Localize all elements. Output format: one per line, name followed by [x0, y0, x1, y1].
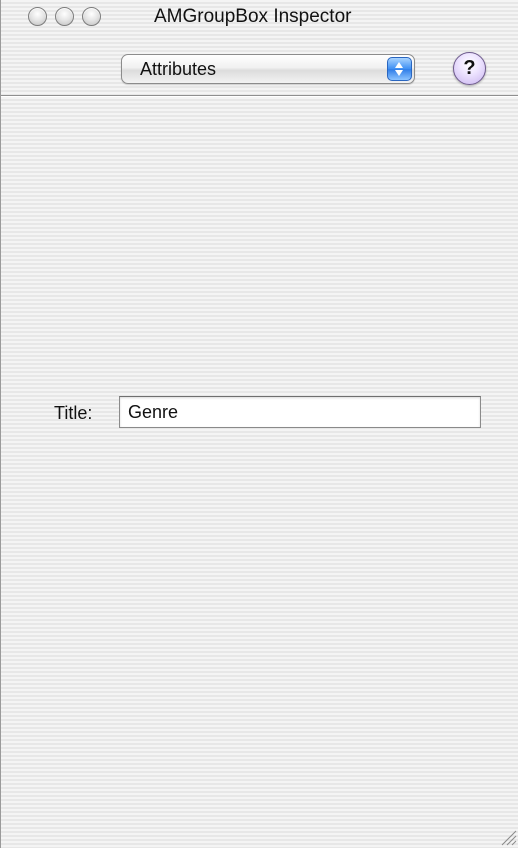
- title-bar[interactable]: AMGroupBox Inspector: [1, 0, 518, 40]
- popup-selected-label: Attributes: [140, 59, 217, 79]
- zoom-icon[interactable]: [82, 7, 101, 26]
- minimize-icon[interactable]: [55, 7, 74, 26]
- inspector-window: AMGroupBox Inspector Attributes ? Title:: [0, 0, 518, 848]
- close-icon[interactable]: [28, 7, 47, 26]
- help-icon[interactable]: ?: [453, 52, 486, 85]
- attributes-pane: Title:: [1, 97, 518, 848]
- title-field-label: Title:: [54, 403, 93, 423]
- arrow-up-icon: [395, 62, 403, 68]
- window-title: AMGroupBox Inspector: [154, 6, 352, 27]
- title-field[interactable]: [119, 396, 481, 428]
- inspector-mode-popup[interactable]: Attributes: [121, 54, 415, 84]
- resize-grip-icon[interactable]: [499, 828, 517, 846]
- inspector-toolbar: Attributes ?: [1, 40, 518, 96]
- arrow-down-icon: [395, 70, 403, 76]
- chevron-updown-icon[interactable]: [387, 57, 412, 81]
